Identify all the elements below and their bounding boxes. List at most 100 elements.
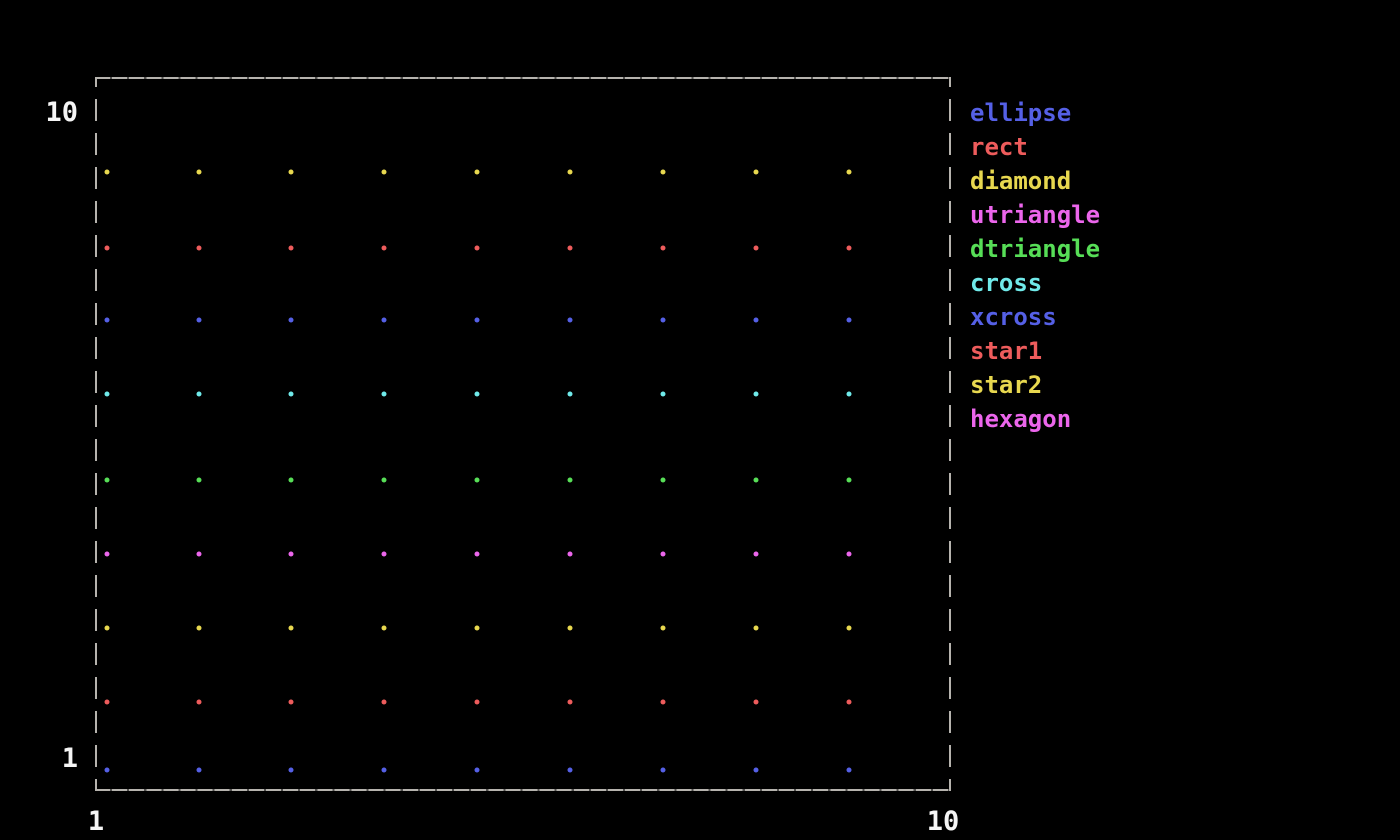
legend-item-utriangle: utriangle [970,198,1100,232]
plot-frame-top-border [95,77,951,79]
scatter-point-star1 [197,246,202,251]
legend-item-star2: star2 [970,368,1100,402]
legend-item-diamond: diamond [970,164,1100,198]
scatter-point-star2 [197,170,202,175]
plot-frame-right-border [949,77,951,791]
scatter-point-star1 [289,246,294,251]
scatter-point-star1 [754,246,759,251]
scatter-point-xcross [568,318,573,323]
scatter-point-ellipse [289,768,294,773]
scatter-point-rect [568,700,573,705]
scatter-point-star2 [475,170,480,175]
x-axis-tick-label-right: 10 [913,808,973,836]
scatter-point-star1 [382,246,387,251]
scatter-point-xcross [847,318,852,323]
scatter-point-star2 [105,170,110,175]
scatter-point-star2 [289,170,294,175]
scatter-point-utriangle [289,552,294,557]
legend-item-hexagon: hexagon [970,402,1100,436]
scatter-point-cross [847,392,852,397]
scatter-point-xcross [661,318,666,323]
scatter-point-utriangle [197,552,202,557]
scatter-point-star2 [754,170,759,175]
scatter-point-cross [105,392,110,397]
plot-frame-bottom-border [95,789,951,791]
scatter-point-cross [382,392,387,397]
scatter-point-xcross [197,318,202,323]
scatter-point-diamond [475,626,480,631]
scatter-point-cross [754,392,759,397]
scatter-point-ellipse [754,768,759,773]
scatter-point-star1 [847,246,852,251]
y-axis-tick-label-top: 10 [28,99,78,127]
legend-item-rect: rect [970,130,1100,164]
scatter-point-ellipse [568,768,573,773]
legend-item-star1: star1 [970,334,1100,368]
legend-item-dtriangle: dtriangle [970,232,1100,266]
scatter-point-star1 [105,246,110,251]
scatter-point-ellipse [475,768,480,773]
scatter-point-diamond [289,626,294,631]
scatter-point-dtriangle [568,478,573,483]
scatter-point-diamond [105,626,110,631]
scatter-point-dtriangle [661,478,666,483]
scatter-point-utriangle [568,552,573,557]
scatter-point-ellipse [382,768,387,773]
scatter-point-star2 [568,170,573,175]
scatter-point-ellipse [105,768,110,773]
scatter-point-dtriangle [105,478,110,483]
terminal-plot-screen: 10 1 1 10 ellipserectdiamondutriangledtr… [0,0,1400,840]
scatter-point-dtriangle [847,478,852,483]
scatter-point-ellipse [661,768,666,773]
scatter-point-cross [197,392,202,397]
y-axis-tick-label-bottom: 1 [28,745,78,773]
scatter-point-diamond [382,626,387,631]
scatter-point-rect [197,700,202,705]
scatter-point-diamond [661,626,666,631]
scatter-point-utriangle [475,552,480,557]
scatter-point-xcross [754,318,759,323]
scatter-point-utriangle [847,552,852,557]
scatter-point-rect [847,700,852,705]
plot-frame-left-border [95,77,97,791]
scatter-point-xcross [475,318,480,323]
legend-item-cross: cross [970,266,1100,300]
scatter-point-utriangle [661,552,666,557]
scatter-point-cross [568,392,573,397]
scatter-point-star1 [475,246,480,251]
scatter-point-dtriangle [475,478,480,483]
legend-item-xcross: xcross [970,300,1100,334]
scatter-point-dtriangle [197,478,202,483]
scatter-point-diamond [568,626,573,631]
legend: ellipserectdiamondutriangledtrianglecros… [970,96,1100,436]
scatter-point-rect [105,700,110,705]
scatter-point-cross [475,392,480,397]
scatter-point-xcross [105,318,110,323]
scatter-point-dtriangle [382,478,387,483]
scatter-point-star1 [661,246,666,251]
scatter-point-star2 [661,170,666,175]
scatter-point-rect [382,700,387,705]
scatter-point-ellipse [197,768,202,773]
scatter-point-diamond [847,626,852,631]
scatter-point-star2 [382,170,387,175]
scatter-point-dtriangle [754,478,759,483]
scatter-point-xcross [289,318,294,323]
legend-item-ellipse: ellipse [970,96,1100,130]
scatter-point-cross [661,392,666,397]
scatter-point-diamond [197,626,202,631]
scatter-point-utriangle [754,552,759,557]
plot-area [95,77,951,791]
scatter-point-ellipse [847,768,852,773]
scatter-point-utriangle [105,552,110,557]
scatter-point-rect [289,700,294,705]
scatter-point-rect [475,700,480,705]
scatter-point-cross [289,392,294,397]
scatter-point-rect [661,700,666,705]
scatter-point-utriangle [382,552,387,557]
x-axis-tick-label-left: 1 [66,808,126,836]
scatter-point-star2 [847,170,852,175]
scatter-point-xcross [382,318,387,323]
scatter-point-star1 [568,246,573,251]
scatter-point-rect [754,700,759,705]
